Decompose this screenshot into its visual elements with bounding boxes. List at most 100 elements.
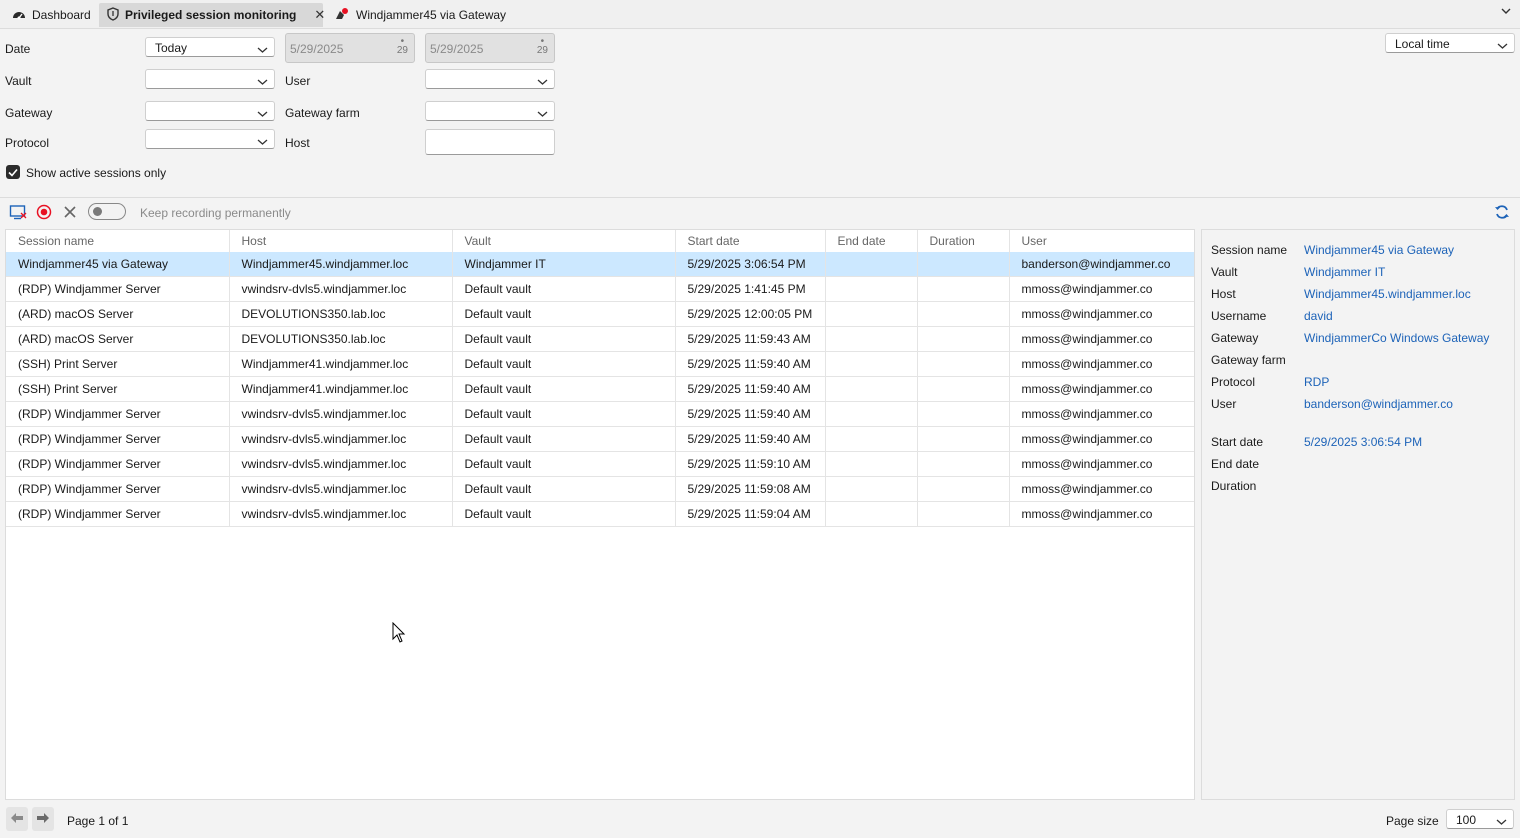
- detail-value-vault[interactable]: Windjammer IT: [1304, 265, 1385, 279]
- vault-label: Vault: [5, 74, 32, 88]
- cell-host: vwindsrv-dvls5.windjammer.loc: [229, 276, 453, 302]
- tab-windjammer45-via-gateway[interactable]: Windjammer45 via Gateway: [326, 3, 514, 27]
- column-header-user[interactable]: User: [1009, 230, 1194, 252]
- cell-end-date: [825, 326, 918, 352]
- pager: Page 1 of 1 Page size 100: [0, 803, 1520, 838]
- detail-value-host[interactable]: Windjammer45.windjammer.loc: [1304, 287, 1471, 301]
- cell-session-name: (SSH) Print Server: [6, 376, 230, 402]
- user-select[interactable]: [425, 69, 555, 89]
- host-input[interactable]: [425, 129, 555, 155]
- cell-session-name: (ARD) macOS Server: [6, 326, 230, 352]
- table-row[interactable]: (RDP) Windjammer Server vwindsrv-dvls5.w…: [6, 401, 1194, 427]
- detail-value-user[interactable]: banderson@windjammer.co: [1304, 397, 1453, 411]
- cell-vault: Default vault: [452, 501, 676, 527]
- cell-vault: Default vault: [452, 476, 676, 502]
- cell-duration: [917, 326, 1010, 352]
- cell-end-date: [825, 401, 918, 427]
- table-row[interactable]: (ARD) macOS Server DEVOLUTIONS350.lab.lo…: [6, 326, 1194, 352]
- cell-start-date: 5/29/2025 1:41:45 PM: [675, 276, 826, 302]
- gateway-farm-select[interactable]: [425, 101, 555, 121]
- detail-value-session-name[interactable]: Windjammer45 via Gateway: [1304, 243, 1454, 257]
- timezone-select[interactable]: Local time: [1385, 33, 1515, 53]
- table-row[interactable]: Windjammer45 via Gateway Windjammer45.wi…: [6, 252, 1194, 277]
- detail-label: Protocol: [1211, 375, 1256, 389]
- column-header-host[interactable]: Host: [229, 230, 453, 252]
- keep-recording-label: Keep recording permanently: [140, 206, 291, 220]
- chevron-down-icon[interactable]: [1500, 5, 1512, 19]
- cell-user: mmoss@windjammer.co: [1009, 276, 1194, 302]
- table-row[interactable]: (RDP) Windjammer Server vwindsrv-dvls5.w…: [6, 476, 1194, 502]
- cell-session-name: (RDP) Windjammer Server: [6, 451, 230, 477]
- cell-duration: [917, 476, 1010, 502]
- arrow-right-icon: [36, 812, 50, 827]
- cell-start-date: 5/29/2025 11:59:04 AM: [675, 501, 826, 527]
- cell-start-date: 5/29/2025 11:59:40 AM: [675, 351, 826, 377]
- tab-privileged-session-monitoring[interactable]: Privileged session monitoring ✕: [99, 3, 325, 27]
- tab-dashboard[interactable]: Dashboard: [4, 3, 99, 27]
- cell-start-date: 5/29/2025 11:59:10 AM: [675, 451, 826, 477]
- table-row[interactable]: (RDP) Windjammer Server vwindsrv-dvls5.w…: [6, 426, 1194, 452]
- vault-select[interactable]: [145, 69, 275, 89]
- table-row[interactable]: (SSH) Print Server Windjammer41.windjamm…: [6, 376, 1194, 402]
- cell-session-name: (RDP) Windjammer Server: [6, 276, 230, 302]
- detail-value-gateway[interactable]: WindjammerCo Windows Gateway: [1304, 331, 1489, 345]
- monitor-icon: [9, 204, 27, 223]
- cell-end-date: [825, 276, 918, 302]
- next-page-button[interactable]: [32, 807, 54, 831]
- close-icon[interactable]: ✕: [314, 7, 325, 23]
- cell-end-date: [825, 501, 918, 527]
- detail-label: Username: [1211, 309, 1267, 323]
- page-size-select[interactable]: 100: [1446, 809, 1514, 829]
- table-row[interactable]: (ARD) macOS Server DEVOLUTIONS350.lab.lo…: [6, 301, 1194, 327]
- calendar-day: 29: [536, 45, 548, 56]
- column-header-session-name[interactable]: Session name: [6, 230, 230, 252]
- detail-value-start-date[interactable]: 5/29/2025 3:06:54 PM: [1304, 435, 1422, 449]
- view-session-button[interactable]: [6, 202, 30, 224]
- detail-label: Gateway: [1211, 331, 1259, 345]
- table-row[interactable]: (RDP) Windjammer Server vwindsrv-dvls5.w…: [6, 276, 1194, 302]
- cell-user: mmoss@windjammer.co: [1009, 476, 1194, 502]
- cell-duration: [917, 351, 1010, 377]
- date-to-picker[interactable]: 5/29/2025 • 29: [425, 33, 555, 63]
- cell-session-name: (RDP) Windjammer Server: [6, 401, 230, 427]
- previous-page-button[interactable]: [6, 807, 28, 831]
- detail-value-username[interactable]: david: [1304, 309, 1333, 323]
- detail-label: Vault: [1211, 265, 1238, 279]
- cell-duration: [917, 501, 1010, 527]
- table-row[interactable]: (SSH) Print Server Windjammer41.windjamm…: [6, 351, 1194, 377]
- cell-host: Windjammer41.windjammer.loc: [229, 351, 453, 377]
- terminate-session-button[interactable]: [58, 202, 82, 224]
- gateway-select[interactable]: [145, 101, 275, 121]
- table-row[interactable]: (RDP) Windjammer Server vwindsrv-dvls5.w…: [6, 451, 1194, 477]
- cell-user: mmoss@windjammer.co: [1009, 451, 1194, 477]
- tab-label: Dashboard: [32, 8, 91, 22]
- chevron-down-icon: [257, 75, 268, 89]
- protocol-select[interactable]: [145, 129, 275, 149]
- refresh-button[interactable]: [1490, 202, 1514, 224]
- active-sessions-checkbox[interactable]: [6, 165, 20, 179]
- detail-label: End date: [1211, 457, 1260, 471]
- cell-vault: Default vault: [452, 276, 676, 302]
- cell-host: DEVOLUTIONS350.lab.loc: [229, 301, 453, 327]
- session-details-panel: Session name Windjammer45 via Gateway Va…: [1201, 229, 1515, 800]
- cell-duration: [917, 252, 1010, 277]
- table-row[interactable]: (RDP) Windjammer Server vwindsrv-dvls5.w…: [6, 501, 1194, 527]
- detail-value-protocol[interactable]: RDP: [1304, 375, 1329, 389]
- column-header-duration[interactable]: Duration: [917, 230, 1010, 252]
- page-size-value: 100: [1456, 813, 1477, 827]
- cell-start-date: 5/29/2025 12:00:05 PM: [675, 301, 826, 327]
- active-sessions-label[interactable]: Show active sessions only: [26, 166, 166, 180]
- date-to-value: 5/29/2025: [430, 42, 484, 56]
- keep-recording-toggle[interactable]: [88, 203, 126, 220]
- cell-session-name: (ARD) macOS Server: [6, 301, 230, 327]
- column-header-vault[interactable]: Vault: [452, 230, 676, 252]
- record-button[interactable]: [32, 202, 56, 224]
- cell-start-date: 5/29/2025 11:59:40 AM: [675, 401, 826, 427]
- chevron-down-icon: [257, 135, 268, 149]
- column-header-end-date[interactable]: End date: [825, 230, 918, 252]
- date-range-select[interactable]: Today: [145, 37, 275, 57]
- sessions-grid: Session name Host Vault Start date End d…: [5, 229, 1195, 800]
- tab-label: Windjammer45 via Gateway: [356, 8, 507, 22]
- date-from-picker[interactable]: 5/29/2025 • 29: [285, 33, 415, 63]
- column-header-start-date[interactable]: Start date: [675, 230, 826, 252]
